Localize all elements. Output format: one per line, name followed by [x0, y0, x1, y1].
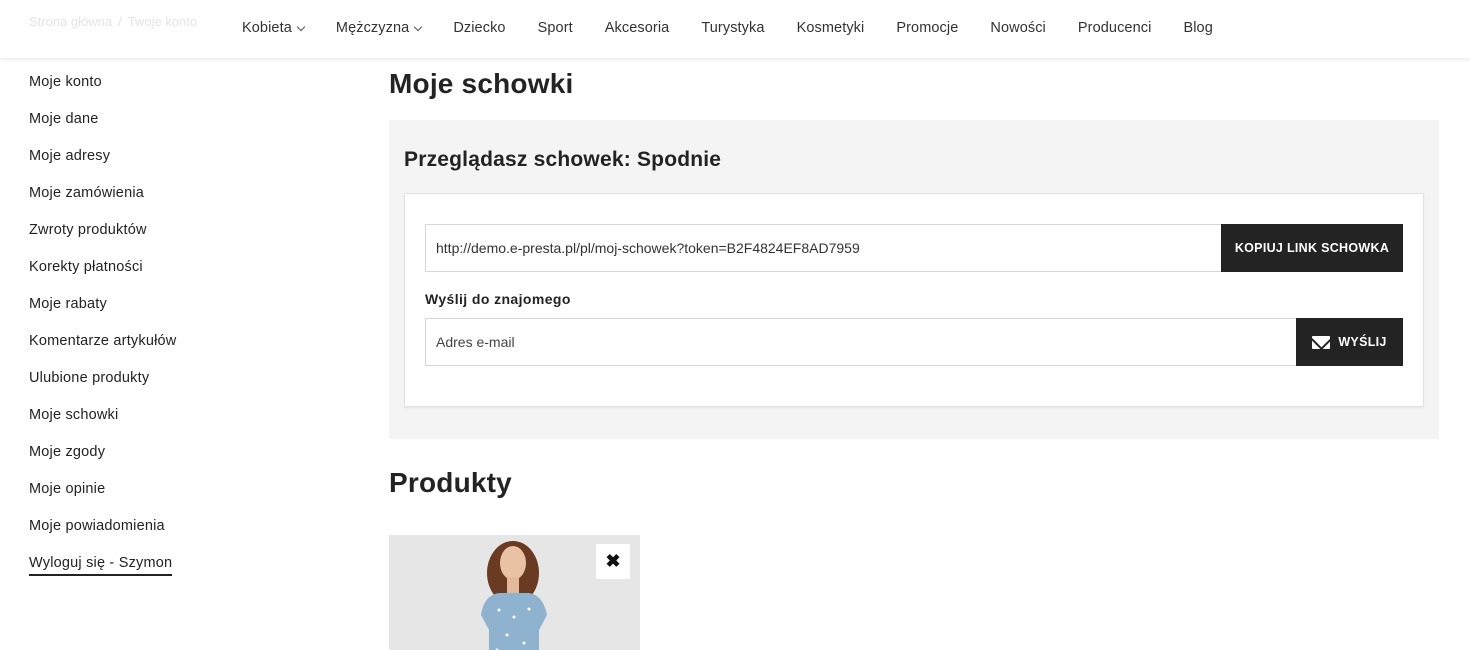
sidebar-item-moje-adresy[interactable]: Moje adresy — [29, 147, 176, 184]
sidebar-item-zwroty-produktow[interactable]: Zwroty produktów — [29, 221, 176, 258]
nav-item-mezczyzna[interactable]: Mężczyzna — [335, 20, 423, 36]
nav-item-label: Turystyka — [701, 20, 765, 36]
nav-item-akcesoria[interactable]: Akcesoria — [605, 20, 670, 36]
breadcrumb-separator: / — [118, 14, 122, 29]
send-button-label: WYŚLIJ — [1338, 335, 1387, 349]
nav-item-producenci[interactable]: Producenci — [1078, 20, 1152, 36]
remove-product-button[interactable]: ✖ — [596, 544, 630, 579]
chevron-down-icon — [414, 22, 423, 31]
email-row: Adres e-mail WYŚLIJ — [425, 318, 1403, 366]
copy-link-button[interactable]: KOPIUJ LINK SCHOWKA — [1221, 224, 1403, 272]
site-header: Strona główna / Twoje konto Kobieta Mężczy… — [0, 0, 1470, 58]
nav-item-blog[interactable]: Blog — [1183, 20, 1212, 36]
nav-item-label: Producenci — [1077, 20, 1152, 36]
share-card: http://demo.e-presta.pl/pl/moj-schowek?t… — [404, 193, 1424, 407]
nav-item-kobieta[interactable]: Kobieta — [242, 20, 306, 36]
logout-label: Wyloguj się - Szymon — [29, 555, 173, 576]
send-to-friend-label: Wyślij do znajomego — [425, 291, 571, 307]
nav-item-label: Kobieta — [242, 20, 292, 36]
email-field[interactable]: Adres e-mail — [425, 318, 1296, 366]
sidebar-item-moje-dane[interactable]: Moje dane — [29, 110, 176, 147]
nav-item-nowosci[interactable]: Nowości — [990, 20, 1046, 36]
envelope-icon — [1312, 335, 1331, 349]
wishlist-link-field[interactable]: http://demo.e-presta.pl/pl/moj-schowek?t… — [425, 224, 1221, 272]
sidebar-item-moje-opinie[interactable]: Moje opinie — [29, 480, 176, 517]
sidebar-item-moje-zamowienia[interactable]: Moje zamówienia — [29, 184, 176, 221]
nav-item-label: Dziecko — [453, 20, 506, 36]
sidebar-item-korekty-platnosci[interactable]: Korekty płatności — [29, 258, 176, 295]
sidebar-item-moje-rabaty[interactable]: Moje rabaty — [29, 295, 176, 332]
breadcrumb-home[interactable]: Strona główna — [29, 14, 112, 29]
nav-item-label: Promocje — [896, 20, 959, 36]
nav-item-turystyka[interactable]: Turystyka — [701, 20, 764, 36]
products-title: Produkty — [389, 467, 512, 498]
wishlist-panel: Przeglądasz schowek: Spodnie http://demo… — [389, 120, 1439, 439]
nav-item-label: Sport — [537, 20, 573, 36]
page-title: Moje schowki — [389, 68, 574, 99]
close-icon: ✖ — [605, 551, 621, 571]
sidebar-item-ulubione-produkty[interactable]: Ulubione produkty — [29, 369, 176, 406]
product-card[interactable]: ✖ — [389, 535, 640, 650]
panel-title: Przeglądasz schowek: Spodnie — [404, 148, 722, 171]
nav-item-label: Kosmetyki — [796, 20, 865, 36]
nav-item-dziecko[interactable]: Dziecko — [453, 20, 505, 36]
sidebar-item-komentarze-artykulow[interactable]: Komentarze artykułów — [29, 332, 176, 369]
nav-item-sport[interactable]: Sport — [538, 20, 573, 36]
chevron-down-icon — [296, 22, 306, 31]
send-button[interactable]: WYŚLIJ — [1296, 318, 1403, 366]
nav-item-label: Mężczyzna — [335, 20, 410, 36]
sidebar-item-moje-zgody[interactable]: Moje zgody — [29, 443, 176, 480]
sidebar-item-moje-konto[interactable]: Moje konto — [29, 73, 176, 110]
breadcrumb: Strona główna / Twoje konto — [29, 14, 197, 29]
main-navigation: Kobieta Mężczyzna Dziecko Sport Akcesori… — [242, 20, 1245, 36]
nav-item-label: Akcesoria — [604, 20, 670, 36]
link-row: http://demo.e-presta.pl/pl/moj-schowek?t… — [425, 224, 1403, 272]
breadcrumb-current: Twoje konto — [127, 14, 198, 29]
sidebar-item-moje-schowki[interactable]: Moje schowki — [29, 406, 176, 443]
sidebar-item-moje-powiadomienia[interactable]: Moje powiadomienia — [29, 517, 176, 554]
account-sidebar: Moje konto Moje dane Moje adresy Moje za… — [29, 73, 176, 591]
nav-item-kosmetyki[interactable]: Kosmetyki — [797, 20, 865, 36]
logout-link[interactable]: Wyloguj się - Szymon — [29, 554, 176, 591]
nav-item-label: Blog — [1183, 20, 1213, 36]
nav-item-promocje[interactable]: Promocje — [896, 20, 958, 36]
nav-item-label: Nowości — [990, 20, 1046, 36]
